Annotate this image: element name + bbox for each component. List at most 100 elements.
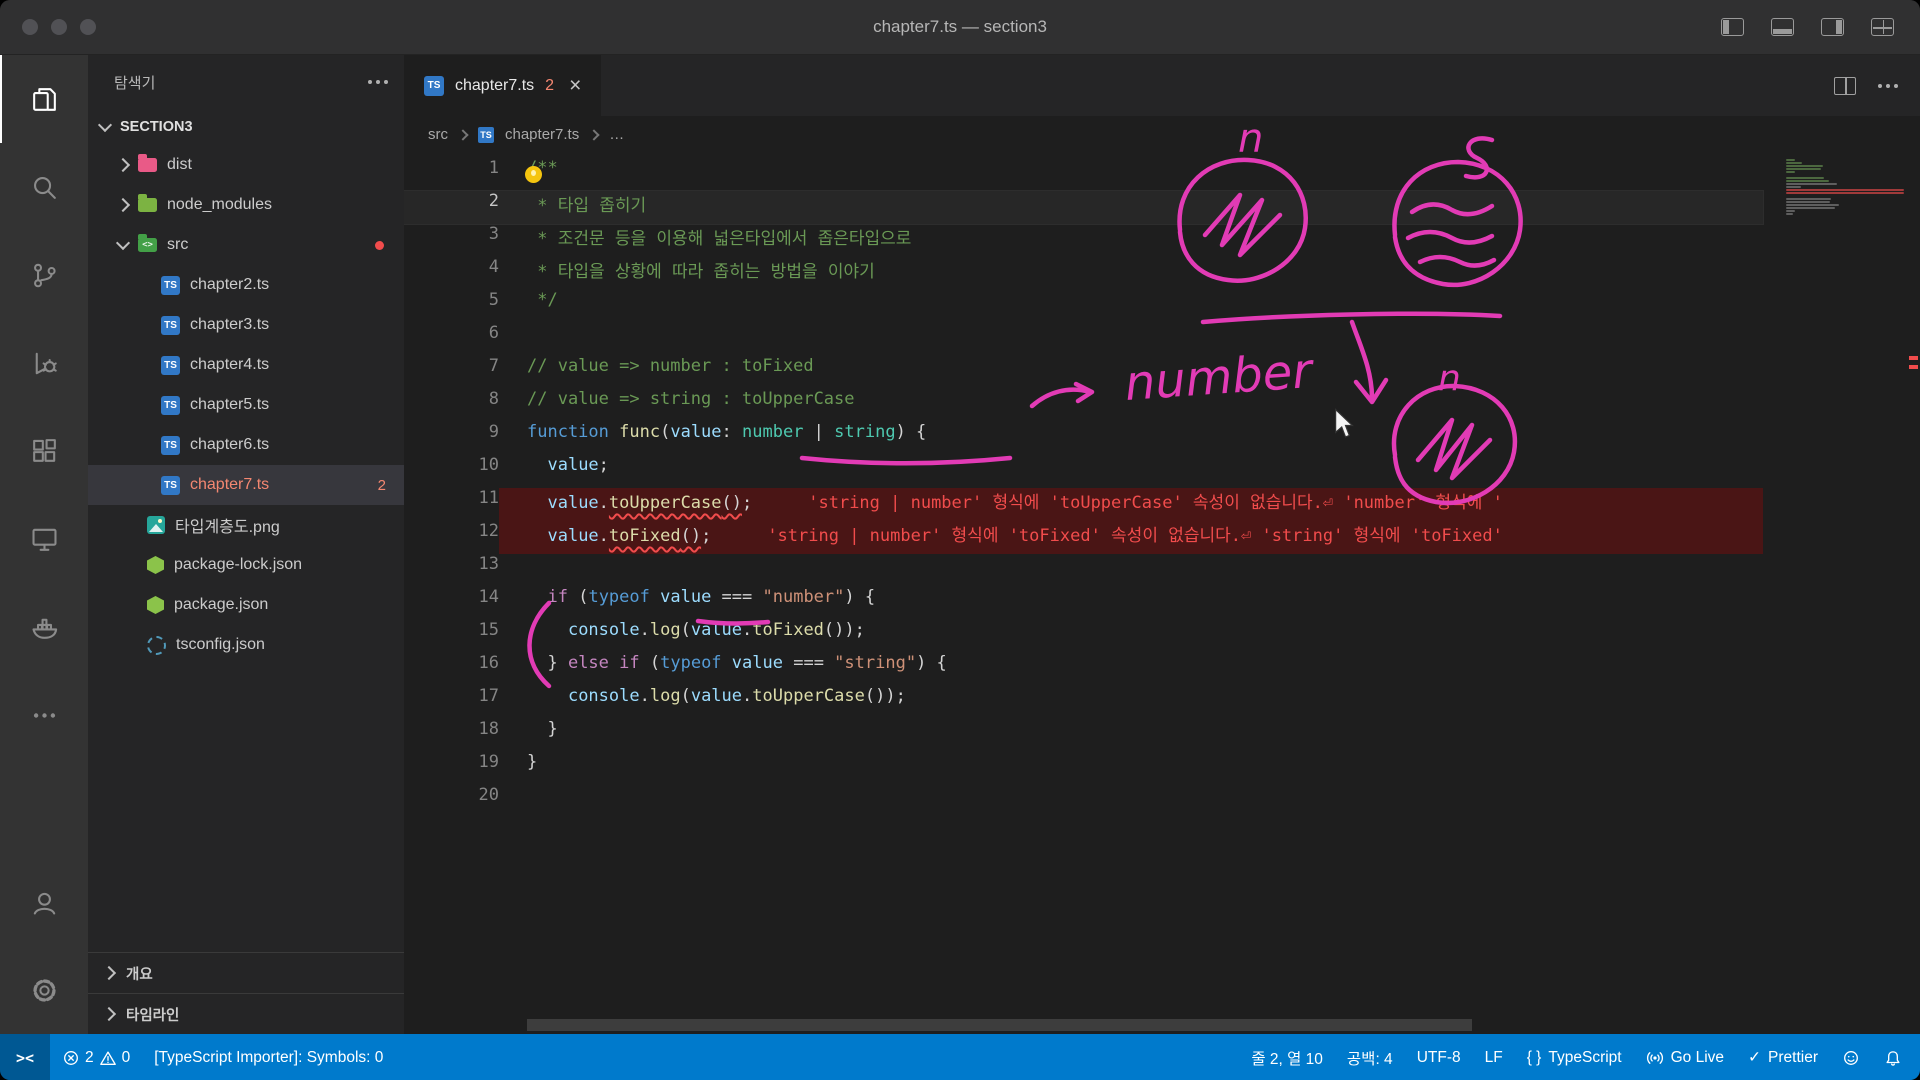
outline-panel-header[interactable]: 개요 (88, 952, 404, 993)
typescript-file-icon: TS (161, 476, 180, 495)
remote-indicator[interactable]: >< (0, 1034, 50, 1080)
toggle-panel-icon[interactable] (1771, 18, 1794, 36)
tree-item-tsconfig[interactable]: tsconfig.json (88, 625, 404, 665)
tree-item-node-modules[interactable]: node_modules (88, 185, 404, 225)
docker-icon[interactable] (0, 583, 88, 671)
tree-item-dist[interactable]: dist (88, 145, 404, 185)
code-line[interactable]: 15 console.log(value.toFixed()); (404, 620, 1763, 653)
accounts-icon[interactable] (0, 858, 88, 946)
tree-item-chapter3[interactable]: TS chapter3.ts (88, 305, 404, 345)
breadcrumb-file[interactable]: chapter7.ts (505, 126, 579, 143)
status-bar: >< 2 0 [TypeScript Importer]: Symbols: 0… (0, 1034, 1920, 1080)
go-live-status[interactable]: Go Live (1634, 1034, 1736, 1080)
indentation-status[interactable]: 공백: 4 (1335, 1034, 1405, 1080)
split-editor-icon[interactable] (1834, 77, 1856, 95)
editor-actions-icon[interactable] (1886, 84, 1890, 88)
code-line[interactable]: 13 (404, 554, 1763, 587)
chevron-right-icon (116, 158, 130, 172)
code-line[interactable]: 19} (404, 752, 1763, 785)
breadcrumb-symbol[interactable]: … (609, 126, 624, 143)
code-line[interactable]: 10 value; (404, 455, 1763, 488)
tab-chapter7[interactable]: TS chapter7.ts 2 × (404, 55, 601, 116)
explorer-actions-icon[interactable] (376, 80, 380, 84)
error-circle-icon (62, 1049, 80, 1067)
code-line[interactable]: 7// value => number : toFixed (404, 356, 1763, 389)
minimap[interactable] (1786, 159, 1904, 219)
close-tab-icon[interactable]: × (569, 75, 581, 96)
minimap-line (1786, 213, 1793, 215)
code-line[interactable]: 1/** (404, 158, 1763, 191)
tree-item-chapter5[interactable]: TS chapter5.ts (88, 385, 404, 425)
prettier-status[interactable]: ✓ Prettier (1736, 1034, 1830, 1080)
code-line[interactable]: 20 (404, 785, 1763, 818)
code-line[interactable]: 4 * 타입을 상황에 따라 좁히는 방법을 이야기 (404, 257, 1763, 290)
minimap-line (1786, 180, 1829, 182)
language-mode-status[interactable]: { } TypeScript (1515, 1034, 1634, 1080)
typescript-file-icon: TS (161, 396, 180, 415)
horizontal-scrollbar[interactable] (527, 1019, 1472, 1031)
tree-item-chapter6[interactable]: TS chapter6.ts (88, 425, 404, 465)
code-line[interactable]: 5 */ (404, 290, 1763, 323)
explorer-sidebar: 탐색기 SECTION3 dist node_modules (88, 55, 404, 1034)
code-line[interactable]: 12 value.toFixed();'string | number' 형식에… (404, 521, 1763, 554)
code-line[interactable]: 17 console.log(value.toUpperCase()); (404, 686, 1763, 719)
tree-item-src[interactable]: src (88, 225, 404, 265)
chevron-down-icon (116, 236, 130, 250)
minimap-line (1786, 165, 1823, 167)
encoding-status[interactable]: UTF-8 (1405, 1034, 1473, 1080)
eol-status[interactable]: LF (1473, 1034, 1515, 1080)
chevron-right-icon (102, 1007, 116, 1021)
problems-status[interactable]: 2 0 (50, 1034, 142, 1080)
code-line[interactable]: 16 } else if (typeof value === "string")… (404, 653, 1763, 686)
tsconfig-gear-icon (147, 636, 166, 655)
code-line[interactable]: 3 * 조건문 등을 이용해 넓은타입에서 좁은타입으로 (404, 224, 1763, 257)
minimap-line (1786, 171, 1795, 173)
explorer-icon[interactable] (0, 55, 88, 143)
tree-item-type-hierarchy-png[interactable]: 타입계층도.png (88, 505, 404, 545)
settings-gear-icon[interactable] (0, 946, 88, 1034)
minimap-line (1786, 207, 1835, 209)
extensions-icon[interactable] (0, 407, 88, 495)
typescript-file-icon: TS (424, 76, 444, 96)
minimap-line (1786, 177, 1824, 179)
source-control-icon[interactable] (0, 231, 88, 319)
tree-item-package-lock[interactable]: package-lock.json (88, 545, 404, 585)
minimap-line (1786, 162, 1802, 164)
chevron-right-icon (589, 129, 600, 140)
code-line[interactable]: 8// value => string : toUpperCase (404, 389, 1763, 422)
search-icon[interactable] (0, 143, 88, 231)
tree-item-chapter2[interactable]: TS chapter2.ts (88, 265, 404, 305)
customize-layout-icon[interactable] (1871, 18, 1894, 36)
timeline-panel-header[interactable]: 타임라인 (88, 993, 404, 1034)
section-header[interactable]: SECTION3 (88, 109, 404, 145)
toggle-secondary-sidebar-icon[interactable] (1821, 18, 1844, 36)
notifications-bell-icon[interactable] (1872, 1034, 1914, 1080)
tree-item-package-json[interactable]: package.json (88, 585, 404, 625)
cursor-position-status[interactable]: 줄 2, 열 10 (1239, 1034, 1335, 1080)
code-line[interactable]: 2 * 타입 좁히기 (404, 191, 1763, 224)
tree-item-chapter7[interactable]: TS chapter7.ts 2 (88, 465, 404, 505)
remote-explorer-icon[interactable] (0, 495, 88, 583)
code-line[interactable]: 14 if (typeof value === "number") { (404, 587, 1763, 620)
code-line[interactable]: 18 } (404, 719, 1763, 752)
toggle-sidebar-icon[interactable] (1721, 18, 1744, 36)
warning-triangle-icon (99, 1049, 117, 1067)
editor-group: TS chapter7.ts 2 × src TS chapter7.ts … (404, 55, 1920, 1034)
minimap-line (1786, 189, 1904, 191)
ts-importer-status[interactable]: [TypeScript Importer]: Symbols: 0 (142, 1034, 395, 1080)
feedback-icon[interactable] (1830, 1034, 1872, 1080)
overview-ruler (1906, 153, 1920, 1034)
code-line[interactable]: 9function func(value: number | string) { (404, 422, 1763, 455)
breadcrumb-src[interactable]: src (428, 126, 448, 143)
run-debug-icon[interactable] (0, 319, 88, 407)
folder-icon (138, 158, 157, 172)
quickfix-lightbulb-icon[interactable] (525, 166, 542, 183)
tree-item-chapter4[interactable]: TS chapter4.ts (88, 345, 404, 385)
code-line[interactable]: 6 (404, 323, 1763, 356)
more-views-icon[interactable] (0, 671, 88, 759)
code-lines: 1/**2 * 타입 좁히기3 * 조건문 등을 이용해 넓은타입에서 좁은타입… (404, 158, 1763, 818)
code-editor[interactable]: 1/**2 * 타입 좁히기3 * 조건문 등을 이용해 넓은타입에서 좁은타입… (404, 153, 1920, 1034)
code-line[interactable]: 11 value.toUpperCase();'string | number'… (404, 488, 1763, 521)
node-package-icon (147, 596, 164, 614)
minimap-line (1786, 201, 1830, 203)
